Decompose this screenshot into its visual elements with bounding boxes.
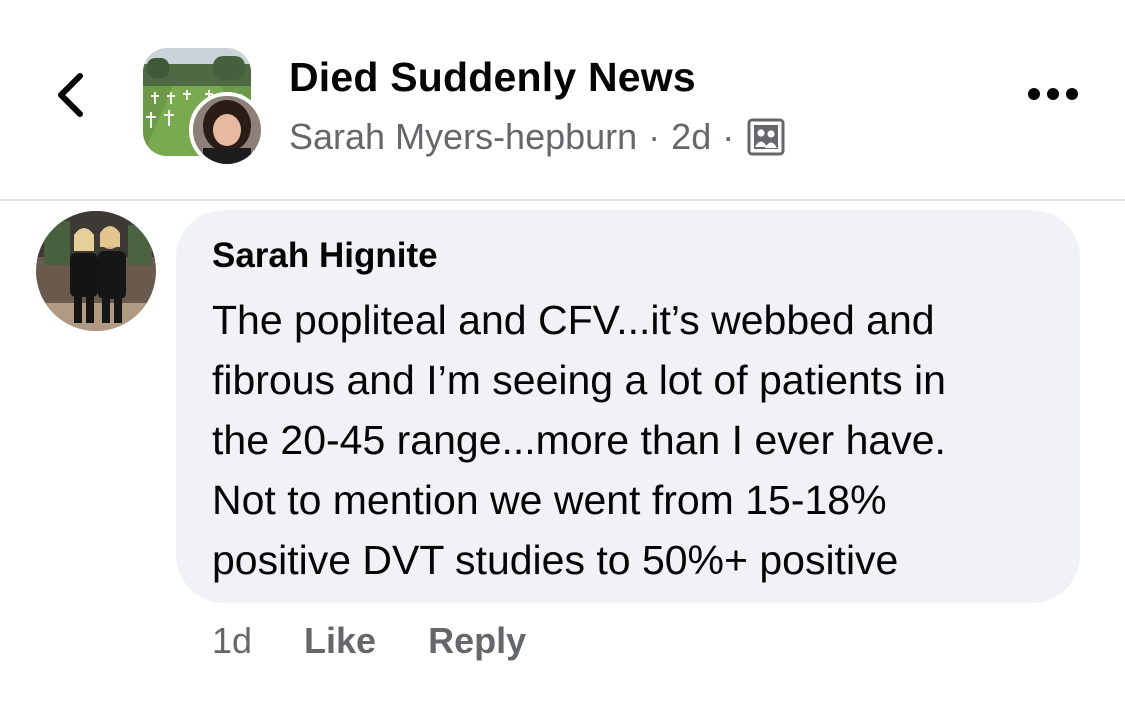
comment-author[interactable]: Sarah Hignite: [212, 236, 438, 276]
like-button[interactable]: Like: [304, 620, 376, 662]
comment-line: the 20-45 range...more than I ever have.: [212, 417, 946, 463]
meta-separator: ·: [722, 116, 735, 157]
comment-text: The popliteal and CFV...it’s webbed and …: [212, 290, 1072, 590]
header-divider: [0, 199, 1125, 201]
poster-name[interactable]: Sarah Myers-hepburn: [289, 116, 637, 158]
meta-separator: ·: [648, 116, 661, 157]
comment-line: Not to mention we went from 15-18%: [212, 477, 887, 523]
post-age[interactable]: 2d: [671, 116, 711, 158]
back-button[interactable]: [48, 70, 92, 124]
commenter-avatar[interactable]: [36, 211, 156, 331]
comment-actions: 1d Like Reply: [212, 616, 578, 666]
more-horizontal-icon: [1027, 87, 1079, 106]
reply-button[interactable]: Reply: [428, 620, 526, 662]
post-comment-view: Died Suddenly News Sarah Myers-hepburn ·…: [0, 0, 1125, 704]
comment-timestamp[interactable]: 1d: [212, 620, 252, 662]
group-members-icon: [747, 118, 785, 156]
comment-line: positive DVT studies to 50%+ positive: [212, 537, 899, 583]
post-header: Died Suddenly News Sarah Myers-hepburn ·…: [0, 0, 1125, 200]
comment-line: The popliteal and CFV...it’s webbed and: [212, 297, 935, 343]
post-meta: Sarah Myers-hepburn · 2d ·: [289, 116, 785, 158]
poster-avatar[interactable]: [189, 92, 265, 168]
more-options-button[interactable]: [1020, 78, 1086, 114]
comment-line: fibrous and I’m seeing a lot of patients…: [212, 357, 946, 403]
group-name[interactable]: Died Suddenly News: [289, 54, 696, 101]
chevron-left-icon: [55, 72, 85, 123]
